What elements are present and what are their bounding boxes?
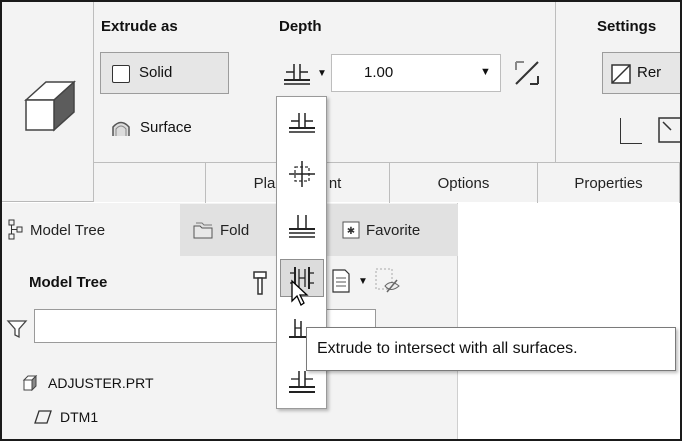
graphics-area bbox=[459, 203, 680, 439]
mouse-cursor-icon bbox=[291, 279, 309, 306]
blind-depth-icon bbox=[289, 113, 315, 133]
part-icon bbox=[22, 375, 38, 391]
tab-favorites[interactable]: ✱ Favorite bbox=[320, 204, 458, 256]
settings-title: Settings bbox=[597, 18, 657, 35]
depth-value-field[interactable]: 1.00 ▼ bbox=[331, 54, 501, 92]
flip-direction-icon[interactable] bbox=[510, 56, 544, 90]
remove-material-button[interactable]: Rer bbox=[602, 52, 682, 94]
solid-button[interactable]: Solid bbox=[100, 52, 229, 94]
tab-model-tree-label: Model Tree bbox=[30, 221, 106, 239]
surface-icon bbox=[112, 121, 130, 136]
tab-folder-label: Fold bbox=[220, 221, 250, 239]
to-selected-icon bbox=[289, 371, 315, 393]
depth-option-blind[interactable] bbox=[280, 103, 324, 141]
tab-options-label: Options bbox=[437, 174, 490, 192]
ribbon-separator-2 bbox=[555, 2, 556, 162]
tree-item-datum[interactable]: DTM1 bbox=[34, 406, 98, 428]
tab-properties[interactable]: Properties bbox=[538, 163, 680, 203]
show-options-icon[interactable] bbox=[330, 268, 352, 294]
to-next-surface-icon bbox=[289, 215, 315, 238]
hidden-items-icon[interactable] bbox=[373, 266, 401, 294]
model-tree-title: Model Tree bbox=[29, 274, 108, 291]
hammer-icon[interactable] bbox=[252, 270, 268, 296]
tree-item-part-label: ADJUSTER.PRT bbox=[48, 375, 154, 391]
show-options-dropdown-icon[interactable]: ▼ bbox=[358, 276, 368, 287]
depth-value-text: 1.00 bbox=[364, 64, 394, 81]
extrude-as-title: Extrude as bbox=[101, 18, 178, 35]
folder-icon bbox=[193, 222, 213, 239]
model-tree-icon bbox=[8, 219, 23, 240]
surface-label: Surface bbox=[140, 119, 192, 136]
depth-option-symmetric[interactable] bbox=[280, 155, 324, 193]
remove-material-icon bbox=[611, 64, 631, 84]
tree-item-part[interactable]: ADJUSTER.PRT bbox=[22, 372, 154, 394]
filter-icon[interactable] bbox=[6, 318, 28, 340]
solid-icon bbox=[112, 65, 130, 83]
favorites-icon: ✱ bbox=[342, 221, 360, 239]
depth-value-dropdown-icon[interactable]: ▼ bbox=[480, 66, 491, 78]
depth-type-dropdown-arrow[interactable]: ▼ bbox=[314, 58, 330, 88]
depth-type-button[interactable] bbox=[282, 58, 312, 90]
feature-tabs: Plac nt Options Properties bbox=[94, 162, 680, 203]
tree-item-datum-label: DTM1 bbox=[60, 409, 99, 425]
tab-model-tree[interactable]: Model Tree bbox=[2, 204, 180, 256]
tooltip: Extrude to intersect with all surfaces. bbox=[306, 327, 676, 371]
taper-icon[interactable] bbox=[657, 116, 682, 144]
tab-options[interactable]: Options bbox=[390, 163, 538, 203]
solid-label: Solid bbox=[139, 64, 173, 81]
svg-text:✱: ✱ bbox=[347, 226, 355, 237]
tab-placement-label-end: nt bbox=[328, 174, 342, 192]
remove-material-label: Rer bbox=[637, 64, 662, 81]
symmetric-depth-icon bbox=[289, 161, 315, 187]
tab-properties-label: Properties bbox=[574, 174, 643, 192]
depth-option-to-next[interactable] bbox=[280, 207, 324, 245]
blind-depth-icon bbox=[284, 64, 310, 85]
depth-title: Depth bbox=[279, 18, 322, 35]
thicken-sketch-icon[interactable] bbox=[620, 118, 642, 144]
datum-plane-icon bbox=[34, 410, 52, 424]
tab-favorites-label: Favorite bbox=[366, 221, 421, 239]
surface-button[interactable]: Surface bbox=[100, 110, 230, 146]
extrude-feature-icon bbox=[12, 70, 82, 140]
